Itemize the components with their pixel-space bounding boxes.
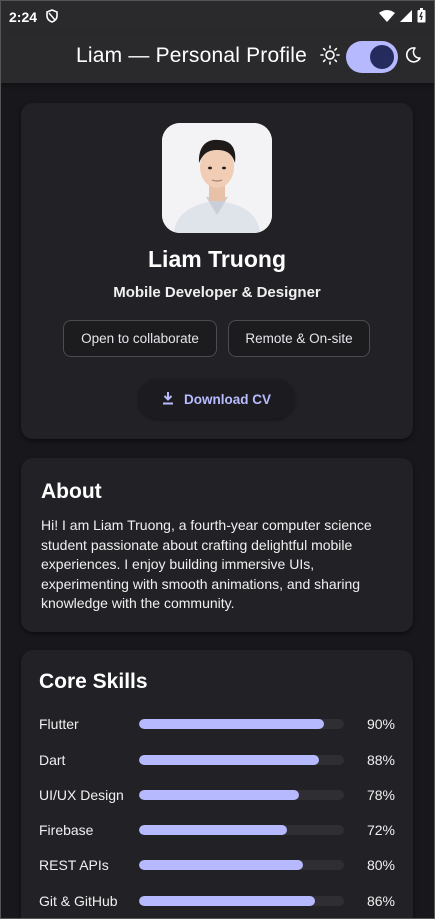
skill-row: Flutter 90% xyxy=(39,714,395,734)
skill-name: Dart xyxy=(39,752,66,768)
skill-name: UI/UX Design xyxy=(39,787,124,803)
skill-row: Firebase 72% xyxy=(39,820,395,840)
chip-remote[interactable]: Remote & On-site xyxy=(228,320,370,357)
skill-progress-track xyxy=(139,896,344,906)
dark-mode-toggle[interactable] xyxy=(346,41,398,73)
download-icon xyxy=(162,391,174,408)
skills-card: Core Skills Flutter 90% Dart 88% UI/UX Desig… xyxy=(21,650,413,918)
sun-icon xyxy=(320,44,340,70)
skill-percent: 72% xyxy=(366,822,395,838)
skill-progress-fill xyxy=(139,860,303,870)
skill-row: Git & GitHub 86% xyxy=(39,891,395,911)
page-title: Liam — Personal Profile xyxy=(76,44,308,67)
skill-percent: 78% xyxy=(366,787,395,803)
download-cv-label: Download CV xyxy=(184,391,271,407)
phone-screen: 2:24 Liam — Personal Profile Liam Truong… xyxy=(0,0,435,919)
skill-progress-track xyxy=(139,719,344,729)
avatar xyxy=(162,123,272,233)
skill-progress-fill xyxy=(139,790,299,800)
battery-icon xyxy=(417,8,426,26)
skill-percent: 88% xyxy=(366,752,395,768)
signal-icon xyxy=(399,9,413,26)
wifi-icon xyxy=(379,9,395,26)
theme-switcher xyxy=(320,41,422,73)
toggle-knob xyxy=(370,45,394,69)
skills-title: Core Skills xyxy=(39,670,148,693)
about-card: About Hi! I am Liam Truong, a fourth-yea… xyxy=(21,458,413,632)
skill-progress-fill xyxy=(139,719,324,729)
skill-percent: 80% xyxy=(366,857,395,873)
profile-name: Liam Truong xyxy=(148,246,286,272)
status-bar: 2:24 xyxy=(1,1,434,33)
skill-percent: 90% xyxy=(366,716,395,732)
skill-progress-track xyxy=(139,755,344,765)
download-cv-button[interactable]: Download CV xyxy=(138,379,295,419)
skill-progress-fill xyxy=(139,896,316,906)
profile-card: Liam Truong Mobile Developer & Designer … xyxy=(21,103,413,439)
skill-name: Git & GitHub xyxy=(39,893,118,909)
skill-row: REST APIs 80% xyxy=(39,855,395,875)
profile-role: Mobile Developer & Designer xyxy=(113,284,321,301)
skill-progress-fill xyxy=(139,755,320,765)
shield-icon xyxy=(45,8,59,26)
skill-name: Firebase xyxy=(39,822,94,838)
skill-percent: 86% xyxy=(366,893,395,909)
about-title: About xyxy=(41,480,102,503)
status-time: 2:24 xyxy=(9,9,38,25)
skill-progress-track xyxy=(139,790,344,800)
app-bar: Liam — Personal Profile xyxy=(1,33,434,83)
chip-collaborate[interactable]: Open to collaborate xyxy=(63,320,217,357)
skill-name: Flutter xyxy=(39,716,79,732)
skill-progress-fill xyxy=(139,825,287,835)
skill-row: Dart 88% xyxy=(39,750,395,770)
about-text: Hi! I am Liam Truong, a fourth-year comp… xyxy=(41,517,372,611)
skill-progress-track xyxy=(139,825,344,835)
skill-name: REST APIs xyxy=(39,857,109,873)
moon-icon xyxy=(404,46,422,69)
skill-progress-track xyxy=(139,860,344,870)
skill-row: UI/UX Design 78% xyxy=(39,785,395,805)
